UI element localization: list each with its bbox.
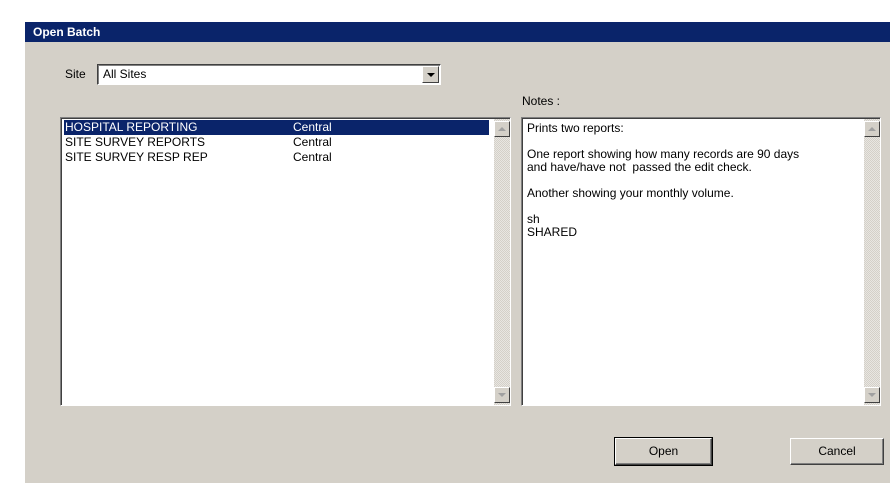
arrow-up-icon [498, 127, 506, 131]
arrow-up-icon [868, 127, 876, 131]
notes-text: Prints two reports: One report showing h… [527, 122, 857, 239]
chevron-down-icon [426, 72, 435, 77]
open-button[interactable]: Open [614, 437, 713, 466]
notes-line: Another showing your monthly volume. [527, 186, 734, 200]
batch-list[interactable]: HOSPITAL REPORTING Central SITE SURVEY R… [60, 117, 511, 406]
scroll-down-button[interactable] [864, 387, 880, 403]
site-label: Site [65, 67, 86, 81]
batch-site: Central [293, 150, 332, 164]
batch-site: Central [293, 120, 332, 134]
batch-name: SITE SURVEY REPORTS [65, 135, 206, 149]
notes-line: SHARED [527, 225, 578, 239]
dialog-title: Open Batch [25, 22, 890, 42]
site-dropdown-value: All Sites [103, 67, 147, 81]
cancel-button[interactable]: Cancel [790, 438, 884, 465]
scroll-down-button[interactable] [494, 387, 510, 403]
arrow-down-icon [868, 393, 876, 397]
site-dropdown[interactable]: All Sites [97, 64, 441, 85]
open-batch-dialog: Open Batch Site All Sites Notes : HOSPIT… [25, 22, 890, 483]
notes-scrollbar[interactable] [864, 119, 880, 405]
scroll-up-button[interactable] [864, 121, 880, 137]
notes-line [527, 200, 857, 213]
notes-label: Notes : [522, 94, 561, 108]
notes-line: and have/have not passed the edit check. [527, 160, 752, 174]
arrow-down-icon [498, 393, 506, 397]
site-dropdown-button[interactable] [422, 66, 439, 83]
open-button-label: Open [648, 444, 679, 458]
batch-list-item[interactable]: HOSPITAL REPORTING Central [64, 120, 489, 135]
scroll-up-button[interactable] [494, 121, 510, 137]
batch-name: SITE SURVEY RESP REP [65, 150, 208, 164]
notes-line: Prints two reports: [527, 121, 624, 135]
batch-name: HOSPITAL REPORTING [65, 120, 198, 134]
batch-list-scrollbar[interactable] [494, 119, 510, 405]
notes-box[interactable]: Prints two reports: One report showing h… [521, 117, 881, 406]
cancel-button-label: Cancel [818, 444, 856, 458]
batch-site: Central [293, 135, 332, 149]
